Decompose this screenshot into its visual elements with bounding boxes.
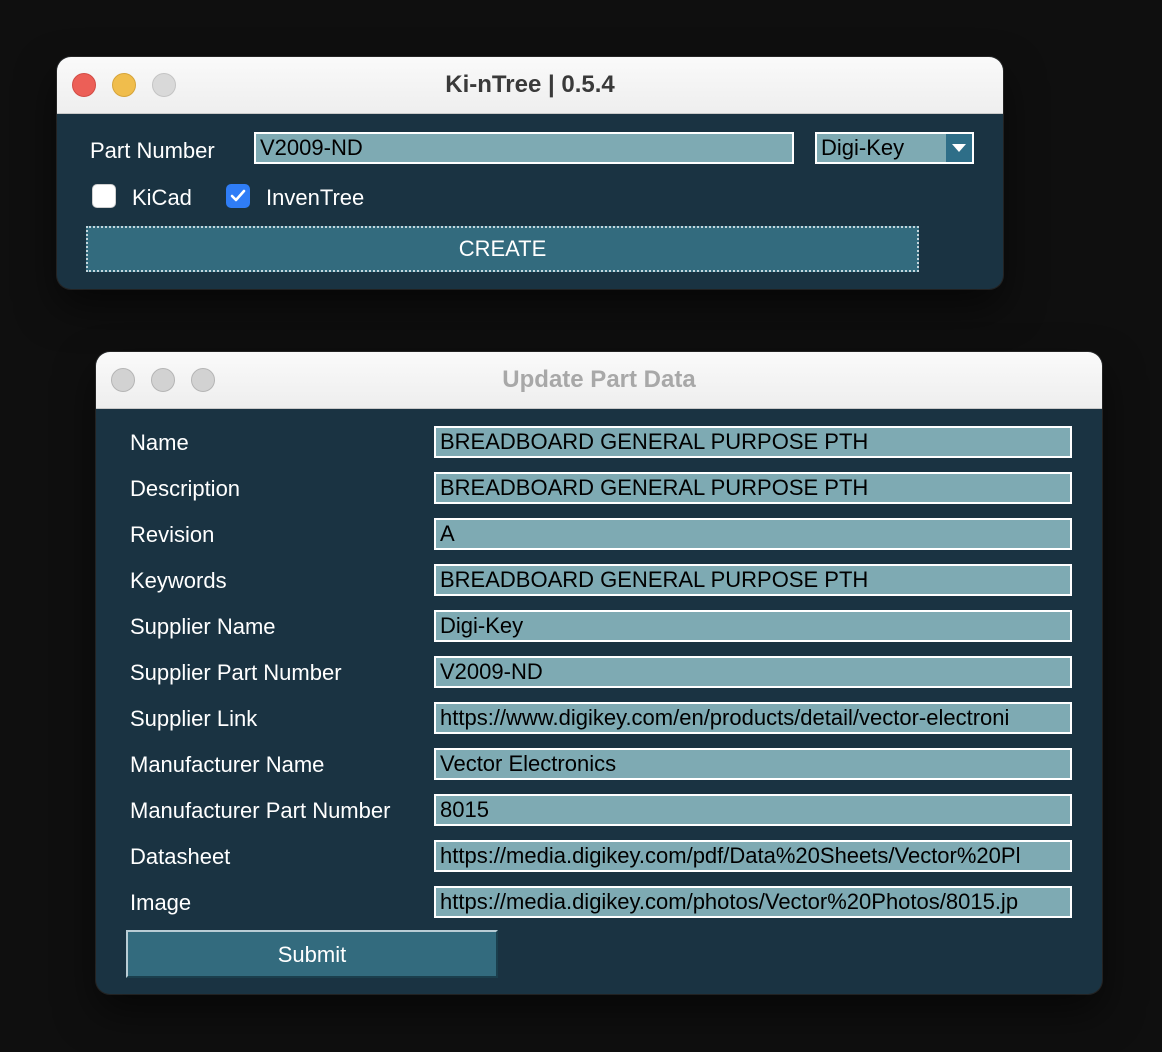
supplier-link-input[interactable]: https://www.digikey.com/en/products/deta…	[434, 702, 1072, 734]
inventree-label: InvenTree	[266, 185, 365, 210]
datasheet-label: Datasheet	[130, 844, 231, 869]
form-row-description: Description BREADBOARD GENERAL PURPOSE P…	[96, 466, 1102, 512]
window-title: Ki-nTree | 0.5.4	[445, 71, 615, 98]
form-row-supplier-name: Supplier Name Digi-Key	[96, 604, 1102, 650]
update-part-data-window: Update Part Data Name BREADBOARD GENERAL…	[96, 352, 1102, 994]
create-button[interactable]: CREATE	[86, 226, 919, 272]
revision-input[interactable]: A	[434, 518, 1072, 550]
supplier-name-input[interactable]: Digi-Key	[434, 610, 1072, 642]
datasheet-input[interactable]: https://media.digikey.com/pdf/Data%20She…	[434, 840, 1072, 872]
image-label: Image	[130, 890, 192, 915]
manufacturer-part-number-input[interactable]: 8015	[434, 794, 1072, 826]
keywords-label: Keywords	[130, 568, 227, 593]
form-row-supplier-part-number: Supplier Part Number V2009-ND	[96, 650, 1102, 696]
description-input[interactable]: BREADBOARD GENERAL PURPOSE PTH	[434, 472, 1072, 504]
kicad-label: KiCad	[132, 185, 192, 210]
manufacturer-name-input[interactable]: Vector Electronics	[434, 748, 1072, 780]
main-titlebar: Ki-nTree | 0.5.4	[57, 57, 1003, 114]
form-row-name: Name BREADBOARD GENERAL PURPOSE PTH	[96, 420, 1102, 466]
form-row-revision: Revision A	[96, 512, 1102, 558]
form-row-manufacturer-name: Manufacturer Name Vector Electronics	[96, 742, 1102, 788]
form-row-supplier-link: Supplier Link https://www.digikey.com/en…	[96, 696, 1102, 742]
keywords-input[interactable]: BREADBOARD GENERAL PURPOSE PTH	[434, 564, 1072, 596]
name-input[interactable]: BREADBOARD GENERAL PURPOSE PTH	[434, 426, 1072, 458]
window-title: Update Part Data	[502, 366, 696, 393]
supplier-select-value: Digi-Key	[821, 135, 905, 160]
image-input[interactable]: https://media.digikey.com/photos/Vector%…	[434, 886, 1072, 918]
chevron-down-icon[interactable]	[946, 134, 972, 162]
main-window: Ki-nTree | 0.5.4 Part Number V2009-ND Di…	[57, 57, 1003, 289]
update-titlebar: Update Part Data	[96, 352, 1102, 409]
supplier-part-number-input[interactable]: V2009-ND	[434, 656, 1072, 688]
checkmark-icon	[230, 189, 246, 202]
supplier-link-label: Supplier Link	[130, 706, 258, 731]
form-row-datasheet: Datasheet https://media.digikey.com/pdf/…	[96, 834, 1102, 880]
part-number-label: Part Number	[90, 138, 215, 163]
supplier-select[interactable]: Digi-Key	[815, 132, 974, 164]
part-number-input[interactable]: V2009-ND	[254, 132, 794, 164]
form-row-image: Image https://media.digikey.com/photos/V…	[96, 880, 1102, 926]
name-label: Name	[130, 430, 189, 455]
revision-label: Revision	[130, 522, 215, 547]
manufacturer-part-number-label: Manufacturer Part Number	[130, 798, 391, 823]
description-label: Description	[130, 476, 241, 501]
supplier-part-number-label: Supplier Part Number	[130, 660, 342, 685]
manufacturer-name-label: Manufacturer Name	[130, 752, 325, 777]
form-row-manufacturer-part-number: Manufacturer Part Number 8015	[96, 788, 1102, 834]
submit-button[interactable]: Submit	[126, 930, 498, 978]
form-row-keywords: Keywords BREADBOARD GENERAL PURPOSE PTH	[96, 558, 1102, 604]
supplier-name-label: Supplier Name	[130, 614, 276, 639]
inventree-checkbox[interactable]	[226, 184, 250, 208]
kicad-checkbox[interactable]	[92, 184, 116, 208]
